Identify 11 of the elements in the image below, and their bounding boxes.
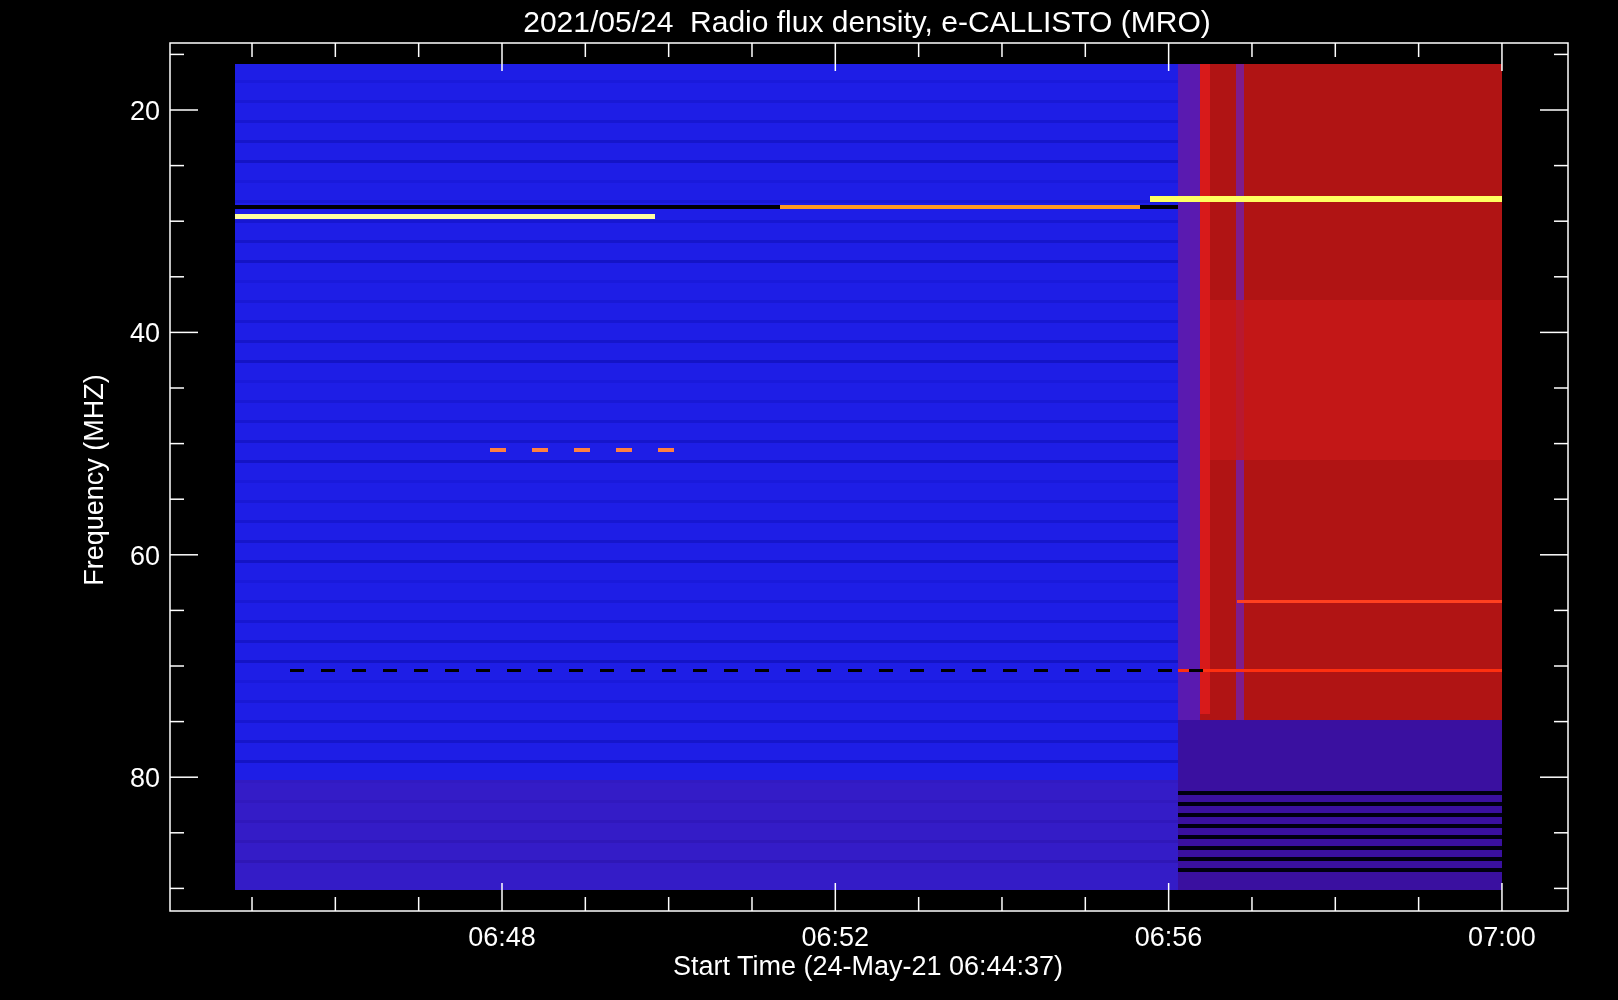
x-tick-label: 06:48 <box>468 922 536 952</box>
x-tick-label: 06:56 <box>1134 922 1203 952</box>
y-tick-label: 60 <box>129 540 160 571</box>
y-tick-label: 40 <box>129 318 160 349</box>
y-tick-label: 20 <box>129 96 160 126</box>
x-tick-label: 06:52 <box>801 922 870 952</box>
chart-title: 2021/05/24 Radio flux density, e-CALLISTO (MRO) <box>523 5 1211 38</box>
x-axis-label: Start Time (24-May-21 06:44:37) <box>672 951 1064 981</box>
y-axis-label: Frequency (MHZ) <box>79 374 109 586</box>
x-tick-label: 07:00 <box>1468 922 1536 952</box>
y-tick-label: 80 <box>129 762 160 793</box>
